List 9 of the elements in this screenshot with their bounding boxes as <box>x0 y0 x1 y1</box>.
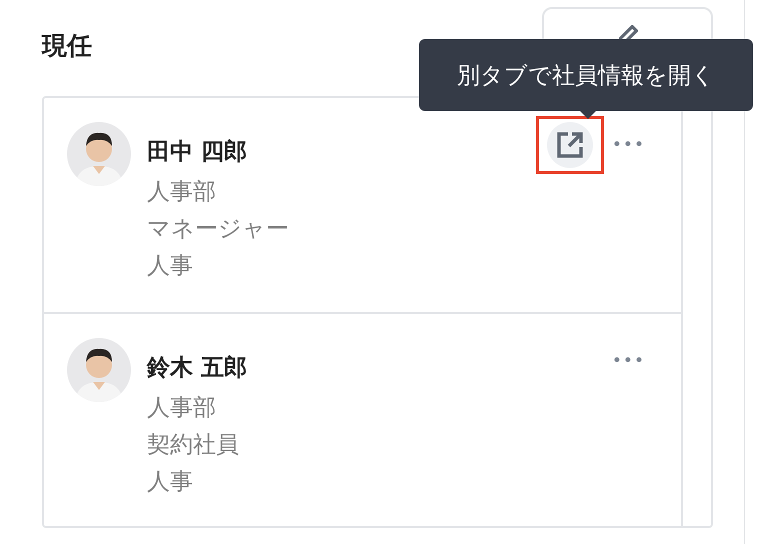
member-detail: 契約社員 <box>147 431 240 460</box>
member-name: 田中 四郎 <box>147 138 248 167</box>
member-detail: マネージャー <box>147 215 289 244</box>
section-title: 現任 <box>42 30 92 62</box>
member-detail: 人事 <box>147 252 194 281</box>
member-detail: 人事 <box>147 468 194 497</box>
member-name: 鈴木 五郎 <box>147 354 248 383</box>
member-detail: 人事部 <box>147 178 217 207</box>
member-detail: 人事部 <box>147 394 217 423</box>
